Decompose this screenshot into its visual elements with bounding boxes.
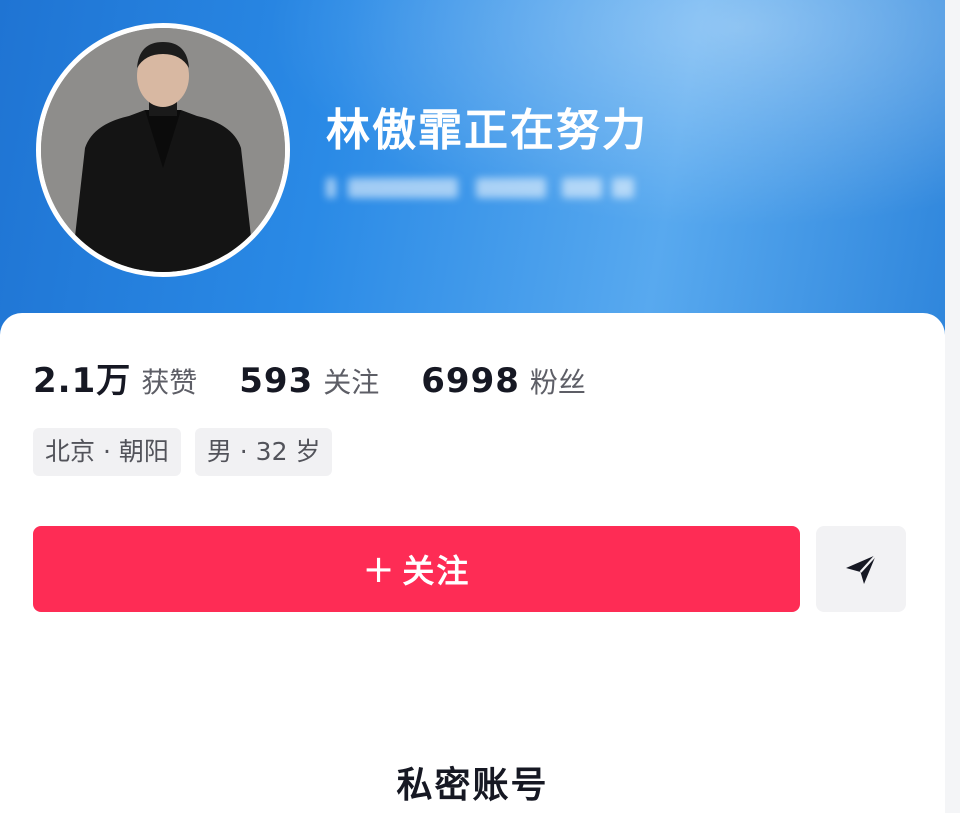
profile-stats: 2.1万 获赞 593 关注 6998 粉丝	[33, 353, 628, 402]
stat-likes-value: 2.1万	[33, 361, 132, 401]
stat-following-value: 593	[239, 361, 314, 401]
follow-button[interactable]: + 关注	[33, 526, 800, 612]
profile-username: 林傲霏正在努力	[326, 105, 648, 156]
profile-card: 2.1万 获赞 593 关注 6998 粉丝 北京 · 朝阳 男 · 32 岁 …	[0, 313, 945, 813]
stat-following-label: 关注	[323, 366, 380, 399]
gender-age-tag: 男 · 32 岁	[194, 428, 333, 476]
follow-button-label: 关注	[402, 552, 471, 590]
profile-tags: 北京 · 朝阳 男 · 32 岁	[33, 428, 346, 476]
plus-icon: +	[362, 547, 397, 591]
location-tag: 北京 · 朝阳	[33, 428, 181, 476]
stat-likes[interactable]: 2.1万 获赞	[33, 353, 197, 402]
stat-followers[interactable]: 6998 粉丝	[421, 361, 586, 401]
share-button[interactable]	[816, 526, 906, 612]
stat-followers-label: 粉丝	[529, 366, 586, 399]
stat-following[interactable]: 593 关注	[239, 361, 379, 401]
avatar[interactable]	[36, 23, 290, 277]
blurred-account-id	[326, 170, 646, 206]
send-icon	[846, 554, 877, 584]
stat-likes-label: 获赞	[141, 366, 198, 399]
avatar-photo	[41, 28, 285, 272]
stat-followers-value: 6998	[421, 361, 520, 401]
edge-strip	[945, 0, 960, 813]
private-account-label: 私密账号	[396, 765, 549, 806]
